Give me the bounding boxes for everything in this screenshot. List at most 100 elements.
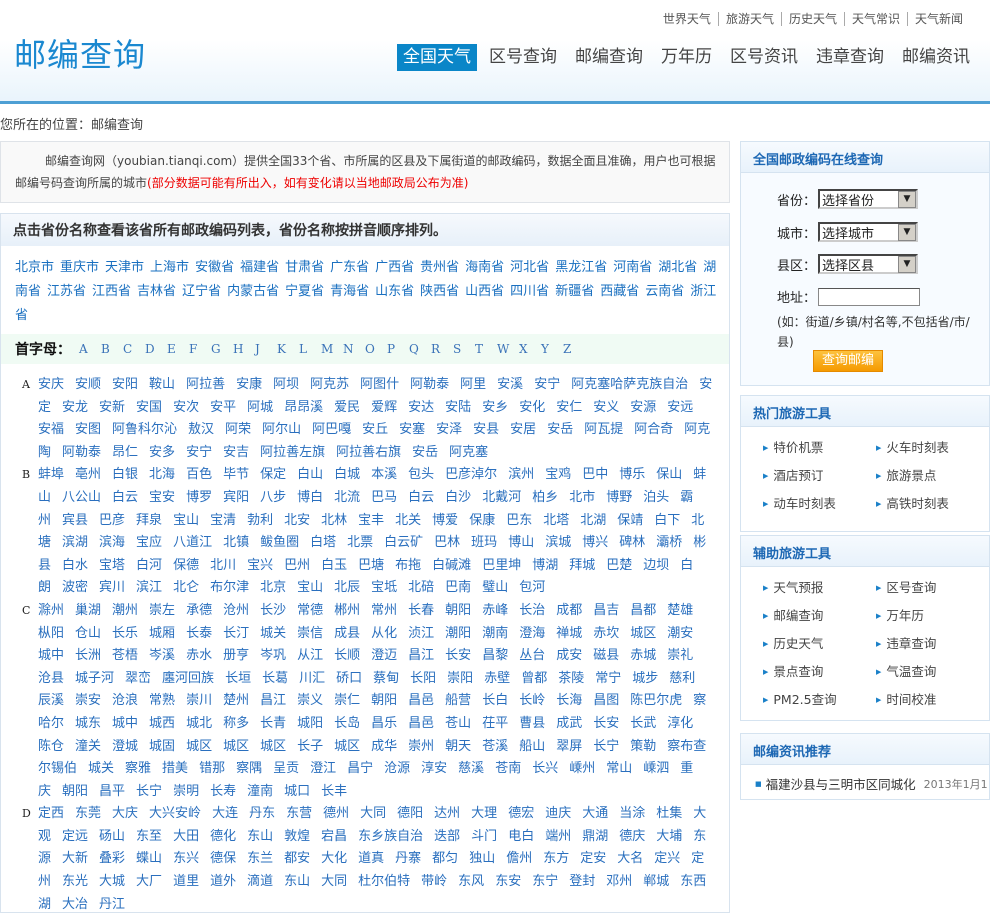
city-link[interactable]: 宾县 (62, 513, 88, 528)
city-link[interactable]: 昌乐 (371, 716, 397, 731)
city-link[interactable]: 长岭 (519, 693, 545, 708)
city-link[interactable]: 滁州 (38, 603, 64, 618)
city-link[interactable]: 岑溪 (149, 648, 175, 663)
city-link[interactable]: 成安 (556, 648, 582, 663)
city-link[interactable]: 城西 (149, 716, 175, 731)
city-link[interactable]: 城中 (38, 648, 64, 663)
city-link[interactable]: 北辰 (334, 580, 360, 595)
city-link[interactable]: 安远 (667, 400, 693, 415)
city-link[interactable]: 朝阳 (445, 603, 471, 618)
city-link[interactable]: 崇明 (173, 784, 199, 799)
city-link[interactable]: 滨州 (508, 467, 534, 482)
city-link[interactable]: 布尔津 (210, 580, 249, 595)
city-link[interactable]: 保德 (173, 558, 199, 573)
letter-link[interactable]: Z (563, 342, 585, 356)
city-link[interactable]: 博山 (508, 535, 534, 550)
city-link[interactable]: 丹东 (249, 806, 275, 821)
city-link[interactable]: 船山 (519, 739, 545, 754)
city-link[interactable]: 策勒 (630, 739, 656, 754)
province-link[interactable]: 福建省 (240, 260, 279, 275)
city-link[interactable]: 德庆 (619, 829, 645, 844)
top-link[interactable]: 天气常识 (843, 12, 907, 26)
city-link[interactable]: 东风 (458, 874, 484, 889)
city-link[interactable]: 长汀 (223, 626, 249, 641)
city-link[interactable]: 安康 (236, 377, 262, 392)
city-link[interactable]: 城口 (284, 784, 310, 799)
city-link[interactable]: 长宁 (136, 784, 162, 799)
city-link[interactable]: 北流 (334, 490, 360, 505)
city-link[interactable]: 都匀 (432, 851, 458, 866)
city-link[interactable]: 城厢 (149, 626, 175, 641)
city-link[interactable]: 城区 (260, 739, 286, 754)
city-link[interactable]: 达州 (434, 806, 460, 821)
city-link[interactable]: 博湖 (532, 558, 558, 573)
city-link[interactable]: 巴彦淖尔 (445, 467, 497, 482)
province-link[interactable]: 云南省 (645, 284, 684, 299)
city-link[interactable]: 慈溪 (458, 761, 484, 776)
city-link[interactable]: 安义 (593, 400, 619, 415)
city-link[interactable]: 大田 (173, 829, 199, 844)
top-link[interactable]: 世界天气 (656, 12, 718, 26)
city-link[interactable]: 大名 (617, 851, 643, 866)
city-link[interactable]: 澄迈 (371, 648, 397, 663)
province-link[interactable]: 河北省 (510, 260, 549, 275)
city-link[interactable]: 长武 (630, 716, 656, 731)
city-link[interactable]: 长葛 (262, 671, 288, 686)
tool-link[interactable]: ▶ 特价机票 (763, 437, 876, 459)
city-link[interactable]: 翠峦 (125, 671, 151, 686)
city-link[interactable]: 定远 (62, 829, 88, 844)
city-link[interactable]: 东安 (495, 874, 521, 889)
city-link[interactable]: 东至 (136, 829, 162, 844)
city-link[interactable]: 称多 (223, 716, 249, 731)
province-link[interactable]: 河南省 (613, 260, 652, 275)
province-link[interactable]: 海南省 (465, 260, 504, 275)
city-link[interactable]: 北戴河 (482, 490, 521, 505)
city-link[interactable]: 崇礼 (667, 648, 693, 663)
top-link[interactable]: 历史天气 (780, 12, 844, 26)
city-link[interactable]: 滨城 (545, 535, 571, 550)
city-link[interactable]: 宝山 (173, 513, 199, 528)
city-link[interactable]: 巴中 (582, 467, 608, 482)
letter-link[interactable]: P (387, 342, 409, 356)
city-link[interactable]: 定西 (38, 806, 64, 821)
city-link[interactable]: 崇安 (75, 693, 101, 708)
tool-link[interactable]: ▶ 违章查询 (876, 633, 989, 655)
city-link[interactable]: 禅城 (556, 626, 582, 641)
city-link[interactable]: 赤水 (186, 648, 212, 663)
city-link[interactable]: 北川 (210, 558, 236, 573)
city-link[interactable]: 长岛 (334, 716, 360, 731)
city-link[interactable]: 蔡甸 (373, 671, 399, 686)
province-link[interactable]: 湖北省 (658, 260, 697, 275)
city-link[interactable]: 常山 (606, 761, 632, 776)
top-link[interactable]: 天气新闻 (906, 12, 970, 26)
letter-link[interactable]: Q (409, 342, 431, 356)
city-link[interactable]: 楚州 (223, 693, 249, 708)
city-link[interactable]: 成华 (371, 739, 397, 754)
city-link[interactable]: 长安 (445, 648, 471, 663)
city-link[interactable]: 德阳 (397, 806, 423, 821)
city-link[interactable]: 大同 (321, 874, 347, 889)
city-link[interactable]: 阿拉善右旗 (336, 445, 401, 460)
province-link[interactable]: 四川省 (510, 284, 549, 299)
city-link[interactable]: 安福 (38, 422, 64, 437)
city-link[interactable]: 郴州 (334, 603, 360, 618)
city-link[interactable]: 错那 (199, 761, 225, 776)
city-link[interactable]: 道里 (173, 874, 199, 889)
city-link[interactable]: 常德 (297, 603, 323, 618)
city-link[interactable]: 宝山 (297, 580, 323, 595)
city-link[interactable]: 阿里 (460, 377, 486, 392)
city-link[interactable]: 布拖 (395, 558, 421, 573)
city-link[interactable]: 安泽 (436, 422, 462, 437)
city-link[interactable]: 道真 (358, 851, 384, 866)
city-link[interactable]: 苍山 (445, 716, 471, 731)
city-link[interactable]: 潮安 (667, 626, 693, 641)
city-link[interactable]: 硚口 (336, 671, 362, 686)
city-link[interactable]: 巴塘 (358, 558, 384, 573)
province-link[interactable]: 安徽省 (195, 260, 234, 275)
city-link[interactable]: 鞍山 (149, 377, 175, 392)
city-link[interactable]: 安溪 (497, 377, 523, 392)
city-link[interactable]: 白银 (112, 467, 138, 482)
city-link[interactable]: 宾川 (99, 580, 125, 595)
city-link[interactable]: 博兴 (582, 535, 608, 550)
city-link[interactable]: 崇阳 (447, 671, 473, 686)
